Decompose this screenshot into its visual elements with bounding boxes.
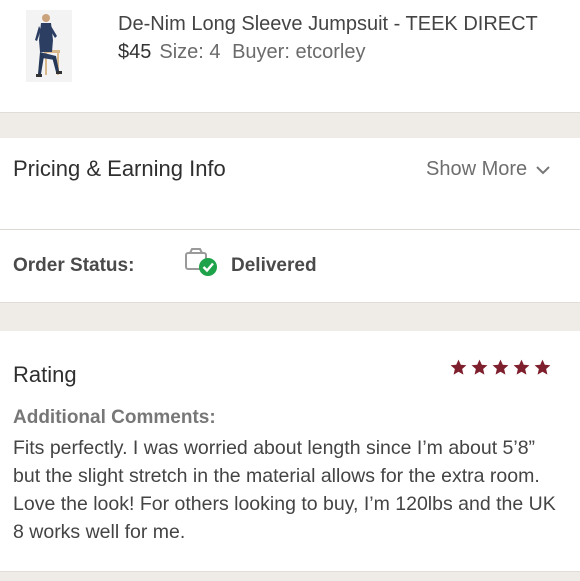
star-icon <box>534 359 551 375</box>
product-buyer[interactable]: Buyer: etcorley <box>232 41 365 63</box>
show-more-button[interactable]: Show More <box>426 158 551 181</box>
comments-label: Additional Comments: <box>13 407 216 428</box>
rating-title: Rating <box>13 362 77 387</box>
product-photo-image <box>26 10 72 82</box>
show-more-label: Show More <box>426 158 528 180</box>
chevron-down-icon <box>536 165 550 174</box>
rating-section: Rating Additional Comments: Fits perfect… <box>0 331 580 571</box>
star-icon <box>513 359 530 375</box>
section-divider <box>0 112 580 140</box>
product-meta: $45 Size: 4 Buyer: etcorley <box>118 41 365 64</box>
order-status-value: Delivered <box>231 255 317 276</box>
section-divider <box>0 302 580 333</box>
product-header[interactable]: De-Nim Long Sleeve Jumpsuit - TEEK DIREC… <box>0 0 580 112</box>
order-status-label: Order Status: <box>13 255 135 276</box>
product-size: Size: 4 <box>159 41 221 63</box>
pricing-section: Pricing & Earning Info Show More <box>0 138 580 229</box>
pricing-title: Pricing & Earning Info <box>13 156 226 181</box>
star-icon <box>492 359 509 375</box>
order-status-row: Order Status: Delivered <box>0 230 580 302</box>
star-rating <box>449 358 552 377</box>
product-thumbnail[interactable] <box>26 10 72 82</box>
product-title[interactable]: De-Nim Long Sleeve Jumpsuit - TEEK DIREC… <box>118 13 538 36</box>
product-price: $45 <box>118 41 152 63</box>
star-icon <box>450 359 467 375</box>
delivered-package-check-icon <box>185 248 217 276</box>
star-icon <box>471 359 488 375</box>
comments-text: Fits perfectly. I was worried about leng… <box>13 437 556 543</box>
